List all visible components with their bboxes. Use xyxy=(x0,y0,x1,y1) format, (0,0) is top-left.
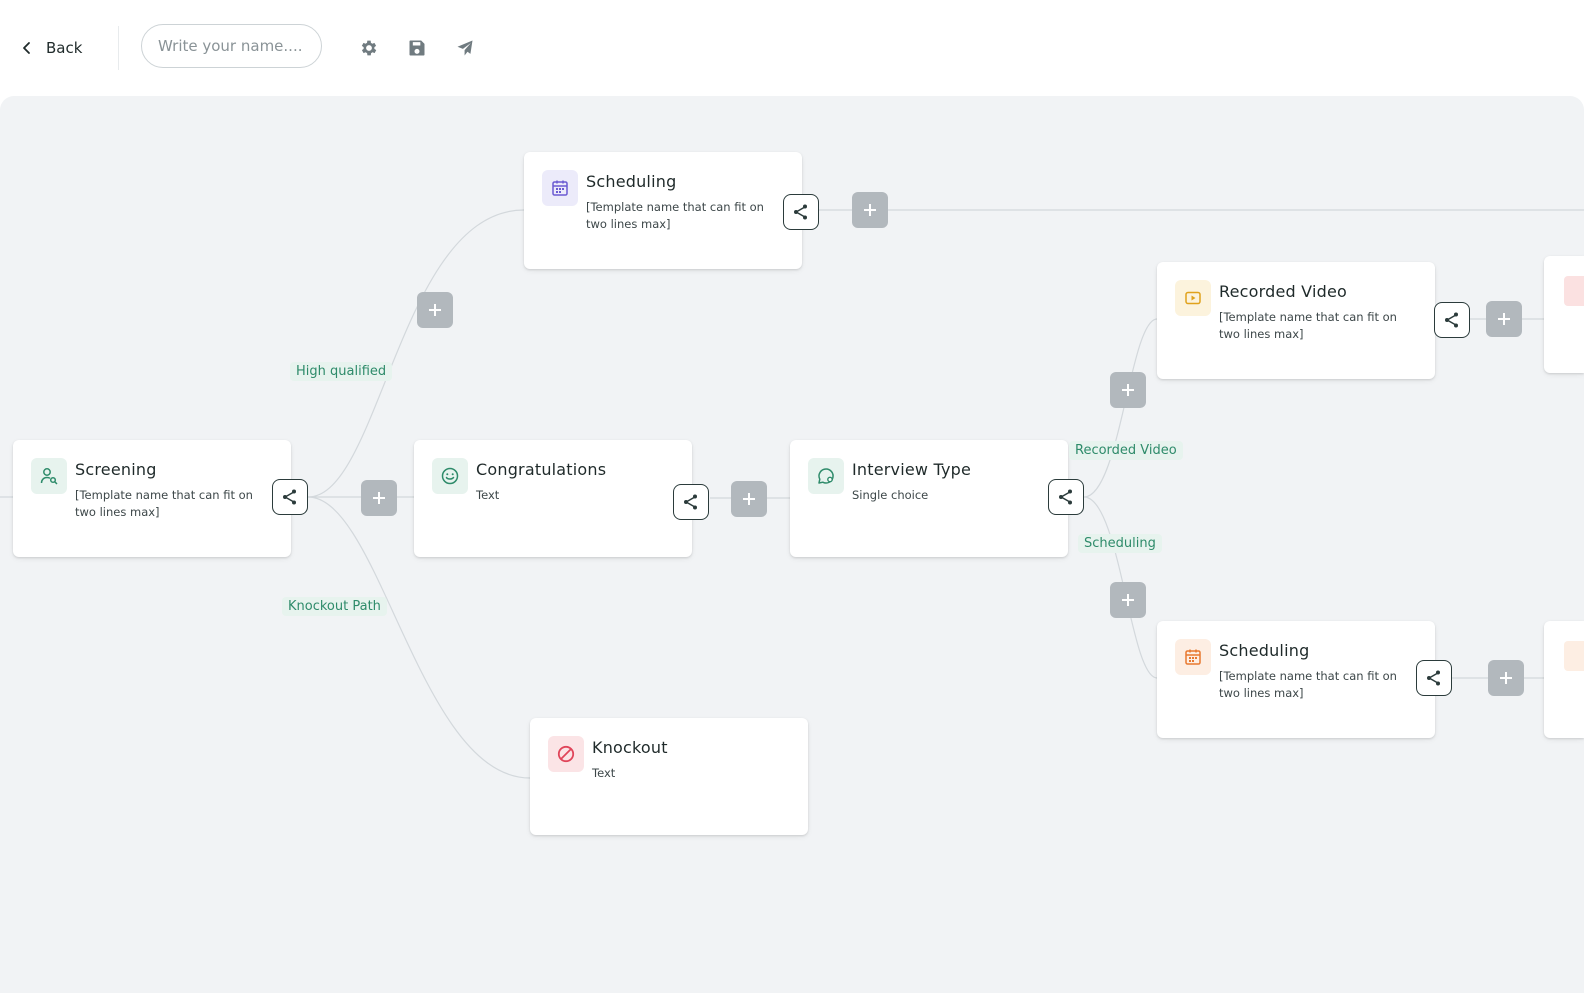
node-title: Interview Type xyxy=(852,460,972,479)
node-scheduling-bottom[interactable]: Scheduling [Template name that can fit o… xyxy=(1157,621,1435,738)
chevron-left-icon xyxy=(23,42,30,54)
node-offscreen-right[interactable] xyxy=(1544,621,1584,738)
toolbar-divider xyxy=(118,26,119,70)
branch-icon xyxy=(1059,489,1072,505)
node-offscreen-right[interactable] xyxy=(1544,256,1584,373)
add-step-button[interactable] xyxy=(1110,372,1146,408)
node-subtitle: Single choice xyxy=(852,488,929,502)
back-button[interactable]: Back xyxy=(20,34,82,62)
block-icon xyxy=(557,745,575,763)
add-step-button[interactable] xyxy=(1486,301,1522,337)
node-knockout[interactable]: Knockout Text xyxy=(530,718,808,835)
node-subtitle: [Template name that can fit on two lines… xyxy=(586,200,764,231)
add-step-button[interactable] xyxy=(1488,660,1524,696)
calendar-icon xyxy=(1185,649,1201,665)
chat-settings-icon xyxy=(818,468,834,484)
calendar-icon-tile xyxy=(1175,639,1211,675)
user-search-icon xyxy=(40,468,58,485)
smiley-icon xyxy=(441,467,459,485)
node-subtitle: [Template name that can fit on two lines… xyxy=(1219,310,1397,341)
node-title: Recorded Video xyxy=(1219,282,1347,301)
node-title: Scheduling xyxy=(1219,641,1310,660)
plus-icon xyxy=(373,492,385,504)
branch-button-screening[interactable] xyxy=(272,479,308,515)
video-icon-tile xyxy=(1175,280,1211,316)
send-icon xyxy=(457,40,473,56)
add-step-button[interactable] xyxy=(731,481,767,517)
add-step-button[interactable] xyxy=(417,292,453,328)
settings-button[interactable] xyxy=(357,36,381,60)
plus-icon xyxy=(429,304,441,316)
save-icon xyxy=(409,40,425,56)
smiley-icon-tile xyxy=(432,458,468,494)
node-icon-partial xyxy=(1564,641,1584,671)
node-title: Congratulations xyxy=(476,460,607,479)
branch-icon xyxy=(684,494,697,510)
node-scheduling-top[interactable]: Scheduling [Template name that can fit o… xyxy=(524,152,802,269)
node-interview-type[interactable]: Interview Type Single choice xyxy=(790,440,1068,557)
node-screening[interactable]: Screening [Template name that can fit on… xyxy=(13,440,291,557)
plus-icon xyxy=(864,204,876,216)
branch-icon xyxy=(1427,670,1440,686)
calendar-icon-tile xyxy=(542,170,578,206)
node-recorded-video[interactable]: Recorded Video [Template name that can f… xyxy=(1157,262,1435,379)
plus-icon xyxy=(1500,672,1512,684)
node-congratulations[interactable]: Congratulations Text xyxy=(414,440,692,557)
edge-label-scheduling: Scheduling xyxy=(1078,534,1162,553)
block-icon-tile xyxy=(548,736,584,772)
name-input[interactable] xyxy=(141,24,322,68)
node-icon-partial xyxy=(1564,276,1584,306)
chat-settings-icon-tile xyxy=(808,458,844,494)
back-label: Back xyxy=(46,39,83,57)
video-icon xyxy=(1185,291,1201,305)
node-subtitle: Text xyxy=(476,488,500,502)
branch-button-scheduling-top[interactable] xyxy=(783,194,819,230)
edge-label-knockout-path: Knockout Path xyxy=(282,597,387,616)
node-subtitle: [Template name that can fit on two lines… xyxy=(75,488,253,519)
save-button[interactable] xyxy=(405,36,429,60)
branch-button-scheduling-bottom[interactable] xyxy=(1416,660,1452,696)
add-step-button[interactable] xyxy=(1110,582,1146,618)
send-button[interactable] xyxy=(453,36,477,60)
plus-icon xyxy=(1122,594,1134,606)
node-title: Knockout xyxy=(592,738,668,757)
plus-icon xyxy=(743,493,755,505)
flow-canvas[interactable]: Scheduling [Template name that can fit o… xyxy=(0,96,1584,993)
gear-icon xyxy=(361,40,377,56)
branch-icon xyxy=(283,489,296,505)
plus-icon xyxy=(1498,313,1510,325)
add-step-button[interactable] xyxy=(361,480,397,516)
node-title: Screening xyxy=(75,460,157,479)
top-toolbar: Back xyxy=(0,0,1584,96)
node-subtitle: Text xyxy=(592,766,616,780)
branch-button-recorded-video[interactable] xyxy=(1434,302,1470,338)
branch-button-interview-type[interactable] xyxy=(1048,479,1084,515)
branch-button-congratulations[interactable] xyxy=(673,484,709,520)
edge-label-high-qualified: High qualified xyxy=(290,362,393,381)
add-step-button[interactable] xyxy=(852,192,888,228)
plus-icon xyxy=(1122,384,1134,396)
branch-icon xyxy=(1445,312,1458,328)
user-search-icon-tile xyxy=(31,458,67,494)
calendar-icon xyxy=(552,180,568,196)
node-title: Scheduling xyxy=(586,172,677,191)
edge-label-recorded-video: Recorded Video xyxy=(1069,441,1183,460)
node-subtitle: [Template name that can fit on two lines… xyxy=(1219,669,1397,700)
branch-icon xyxy=(794,204,807,220)
